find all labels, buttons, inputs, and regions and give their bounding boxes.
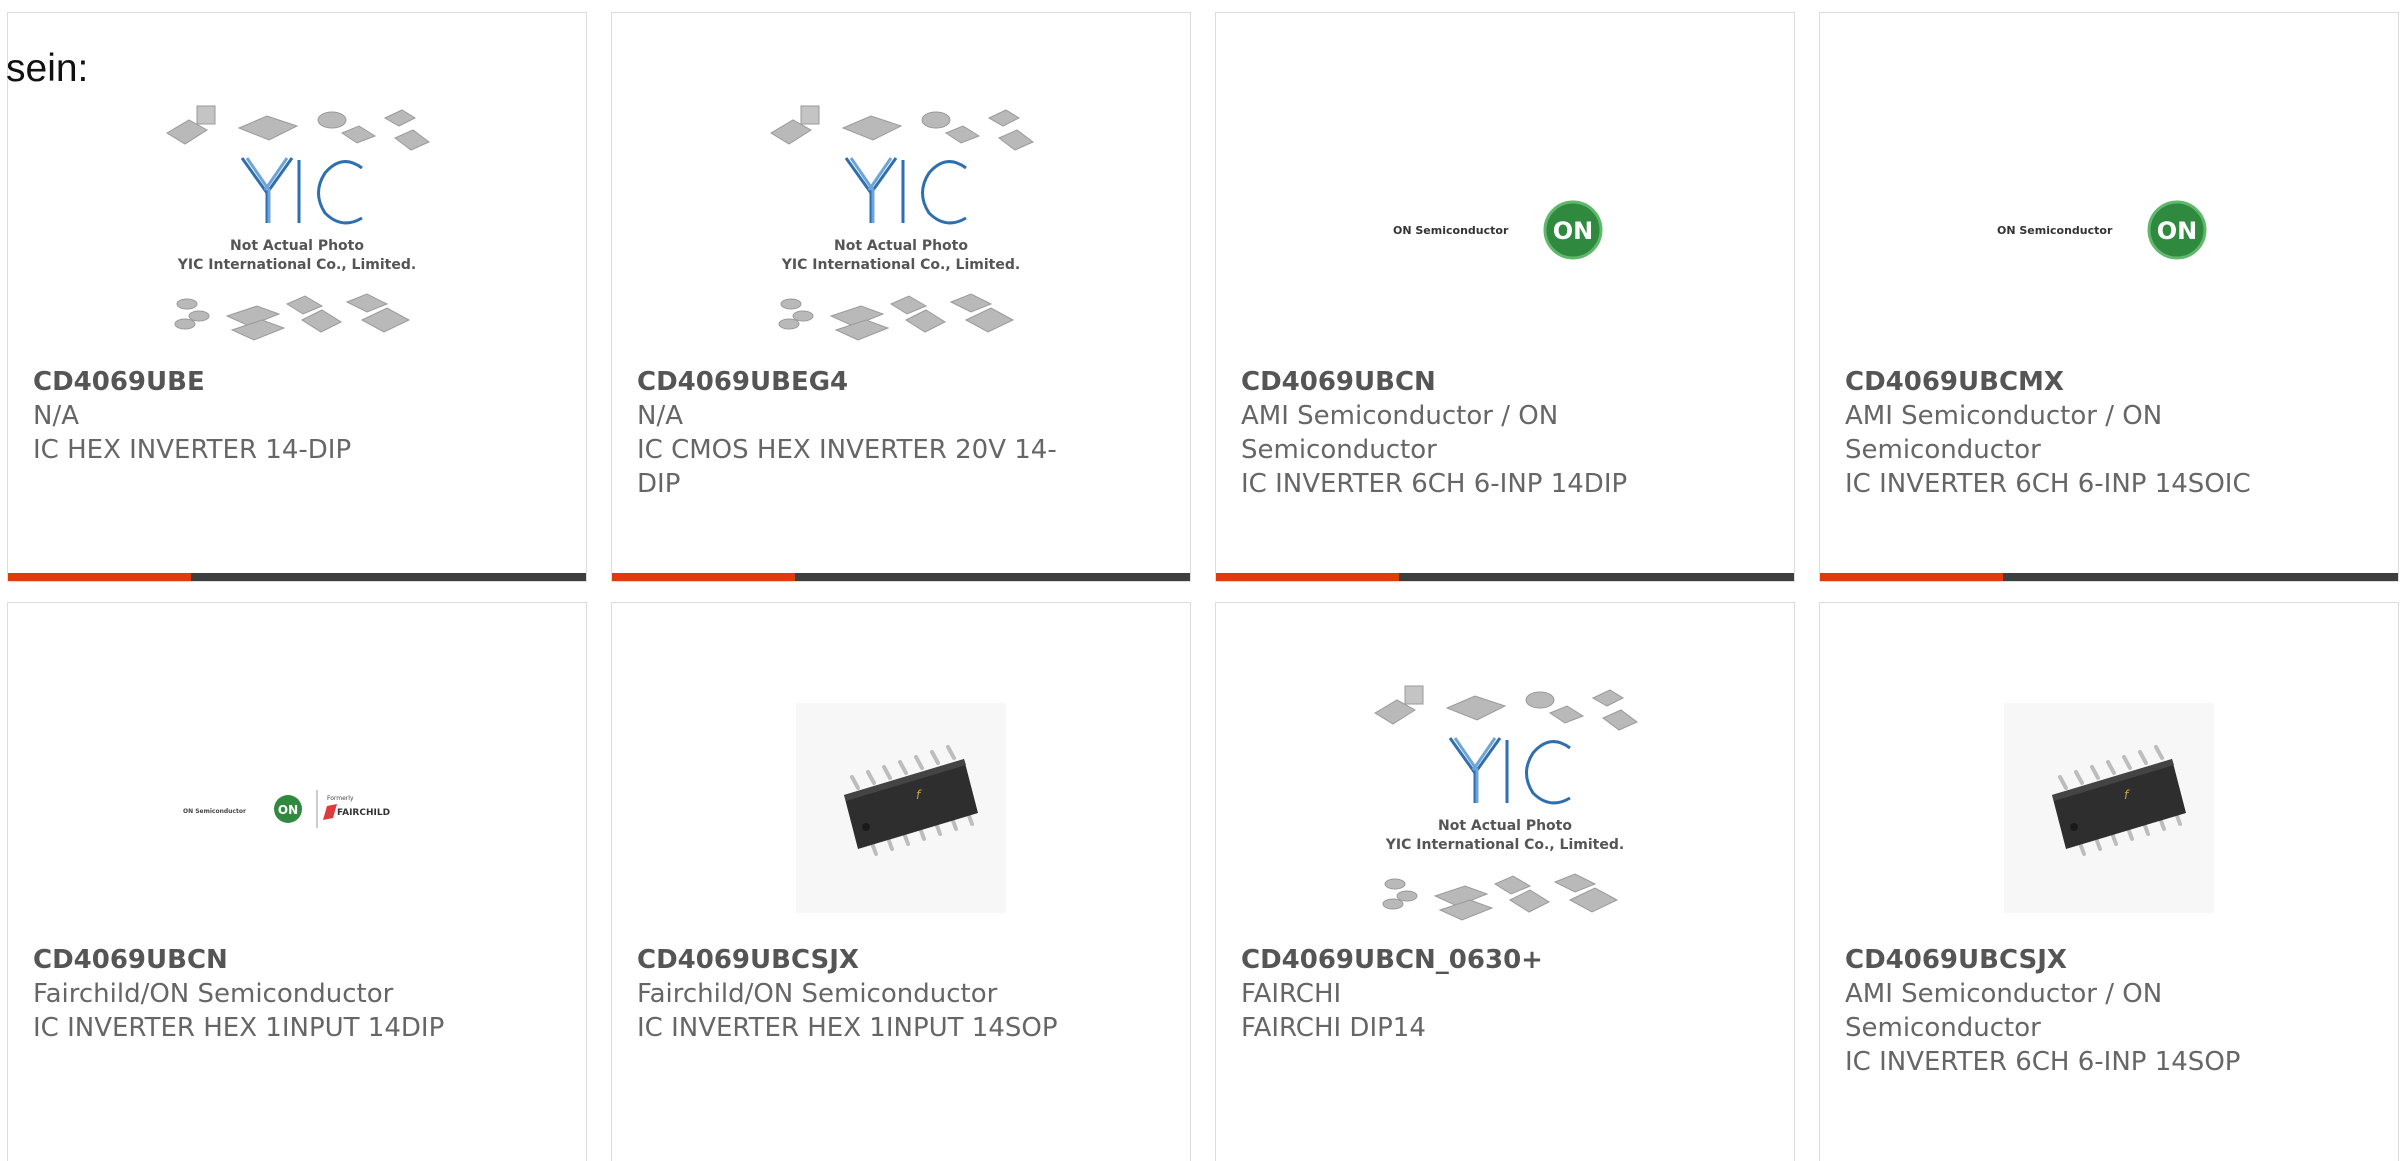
product-info: CD4069UBCN AMI Semiconductor / ON Semico… — [1241, 365, 1674, 501]
manufacturer: Fairchild/ON Semiconductor — [33, 979, 394, 1009]
description: FAIRCHI DIP14 — [1241, 1013, 1426, 1043]
on-semiconductor-logo: ON Semiconductor ON — [1997, 200, 2207, 260]
manufacturer: AMI Semiconductor / ON Semiconductor — [1241, 401, 1559, 465]
description: IC CMOS HEX INVERTER 20V 14-DIP — [637, 435, 1057, 499]
product-image-on-logo[interactable]: ON Semiconductor ON — [1820, 93, 2398, 363]
product-info: CD4069UBCN_0630+ FAIRCHI FAIRCHI DIP14 — [1241, 943, 1674, 1045]
product-image-placeholder[interactable]: Not Actual Photo YIC International Co., … — [612, 93, 1190, 363]
svg-text:ON Semiconductor: ON Semiconductor — [1393, 224, 1509, 237]
yic-placeholder-graphic: Not Actual Photo YIC International Co., … — [770, 105, 1034, 341]
svg-text:YIC International Co., Limited: YIC International Co., Limited. — [177, 257, 416, 273]
product-info: CD4069UBE N/A IC HEX INVERTER 14-DIP — [33, 365, 466, 467]
part-number[interactable]: CD4069UBEG4 — [637, 365, 1070, 399]
part-number[interactable]: CD4069UBCMX — [1845, 365, 2278, 399]
product-image-placeholder[interactable]: Not Actual Photo YIC International Co., … — [8, 93, 586, 363]
part-number[interactable]: CD4069UBCN — [1241, 365, 1674, 399]
card-footer-bar — [1820, 573, 2398, 581]
manufacturer: AMI Semiconductor / ON Semiconductor — [1845, 401, 2163, 465]
soic-chip-graphic: f — [2004, 703, 2214, 913]
product-info: CD4069UBCN Fairchild/ON Semiconductor IC… — [33, 943, 466, 1045]
svg-text:Not Actual Photo: Not Actual Photo — [230, 238, 364, 254]
product-info: CD4069UBCMX AMI Semiconductor / ON Semic… — [1845, 365, 2278, 501]
svg-text:YIC International Co., Limited: YIC International Co., Limited. — [781, 257, 1020, 273]
on-semiconductor-logo: ON Semiconductor ON — [1393, 200, 1603, 260]
yic-placeholder-graphic: Not Actual Photo YIC International Co., … — [166, 105, 430, 341]
part-number[interactable]: CD4069UBE — [33, 365, 466, 399]
product-card[interactable]: Not Actual Photo YIC International Co., … — [1215, 602, 1795, 1161]
on-fairchild-logo: ON Semiconductor ON Formerly FAIRCHILD — [183, 790, 390, 828]
manufacturer: FAIRCHI — [1241, 979, 1342, 1009]
svg-text:ON: ON — [2157, 217, 2198, 245]
product-card[interactable]: ON Semiconductor ON Formerly FAIRCHILD C… — [7, 602, 587, 1161]
svg-text:ON: ON — [1553, 217, 1594, 245]
card-accent-bar — [1820, 573, 2003, 581]
card-accent-bar — [1216, 573, 1399, 581]
part-number[interactable]: CD4069UBCSJX — [1845, 943, 2278, 977]
svg-text:Not Actual Photo: Not Actual Photo — [1438, 818, 1572, 834]
product-card[interactable]: Not Actual Photo YIC International Co., … — [611, 12, 1191, 582]
part-number[interactable]: CD4069UBCN — [33, 943, 466, 977]
svg-text:YIC International Co., Limited: YIC International Co., Limited. — [1385, 837, 1624, 853]
svg-text:ON: ON — [278, 803, 298, 817]
product-image-on-fairchild-logo[interactable]: ON Semiconductor ON Formerly FAIRCHILD — [8, 673, 586, 943]
product-image-soic-chip[interactable]: f — [1820, 673, 2398, 943]
card-footer-bar — [8, 573, 586, 581]
product-info: CD4069UBCSJX Fairchild/ON Semiconductor … — [637, 943, 1070, 1045]
yic-placeholder-graphic: Not Actual Photo YIC International Co., … — [1374, 685, 1638, 921]
intro-text: sein: — [6, 47, 89, 90]
svg-text:ON Semiconductor: ON Semiconductor — [183, 808, 246, 815]
product-card[interactable]: ON Semiconductor ON CD4069UBCN AMI Semic… — [1215, 12, 1795, 582]
card-footer-bar — [1216, 573, 1794, 581]
card-accent-bar — [8, 573, 191, 581]
product-image-on-logo[interactable]: ON Semiconductor ON — [1216, 93, 1794, 363]
svg-text:Formerly: Formerly — [327, 795, 354, 802]
description: IC INVERTER HEX 1INPUT 14DIP — [33, 1013, 445, 1043]
svg-text:Not Actual Photo: Not Actual Photo — [834, 238, 968, 254]
product-card[interactable]: ON Semiconductor ON CD4069UBCMX AMI Semi… — [1819, 12, 2399, 582]
manufacturer: Fairchild/ON Semiconductor — [637, 979, 998, 1009]
card-accent-bar — [612, 573, 795, 581]
product-card[interactable]: f CD4069UBCSJX Fairchild/ON Semiconducto… — [611, 602, 1191, 1161]
svg-text:ON Semiconductor: ON Semiconductor — [1997, 224, 2113, 237]
svg-text:FAIRCHILD: FAIRCHILD — [337, 808, 390, 818]
product-image-soic-chip[interactable]: f — [612, 673, 1190, 943]
part-number[interactable]: CD4069UBCN_0630+ — [1241, 943, 1674, 977]
manufacturer: N/A — [33, 401, 79, 431]
part-number[interactable]: CD4069UBCSJX — [637, 943, 1070, 977]
card-footer-bar — [612, 573, 1190, 581]
description: IC INVERTER 6CH 6-INP 14SOIC — [1845, 469, 2251, 499]
description: IC INVERTER HEX 1INPUT 14SOP — [637, 1013, 1058, 1043]
description: IC INVERTER 6CH 6-INP 14DIP — [1241, 469, 1628, 499]
description: IC INVERTER 6CH 6-INP 14SOP — [1845, 1047, 2241, 1077]
product-info: CD4069UBEG4 N/A IC CMOS HEX INVERTER 20V… — [637, 365, 1070, 501]
soic-chip-graphic: f — [796, 703, 1006, 913]
product-info: CD4069UBCSJX AMI Semiconductor / ON Semi… — [1845, 943, 2278, 1079]
manufacturer: N/A — [637, 401, 683, 431]
manufacturer: AMI Semiconductor / ON Semiconductor — [1845, 979, 2163, 1043]
product-card[interactable]: Not Actual Photo YIC International Co., … — [7, 12, 587, 582]
product-card[interactable]: f CD4069UBCSJX AMI Semiconductor / ON Se… — [1819, 602, 2399, 1161]
description: IC HEX INVERTER 14-DIP — [33, 435, 352, 465]
product-image-placeholder[interactable]: Not Actual Photo YIC International Co., … — [1216, 673, 1794, 943]
